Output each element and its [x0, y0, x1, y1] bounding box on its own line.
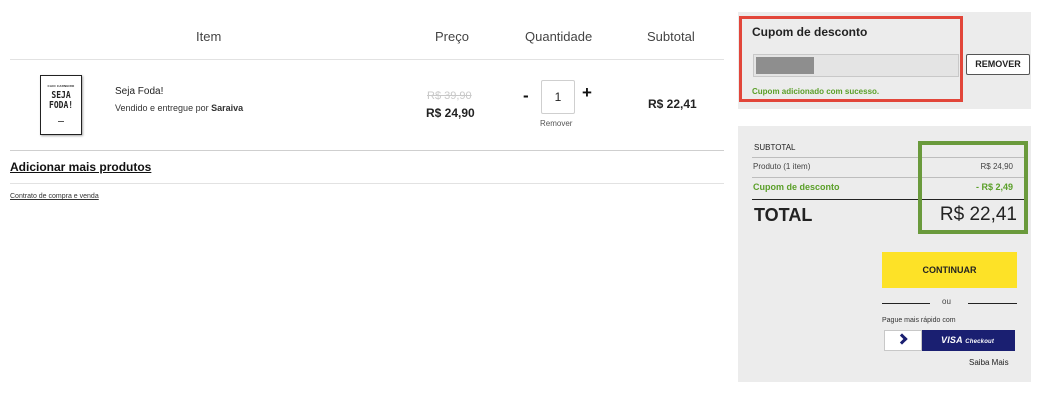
seller-prefix: Vendido e entregue por: [115, 103, 209, 113]
add-more-products-link[interactable]: Adicionar mais produtos: [10, 160, 151, 174]
visa-checkout-label: VISA Checkout: [941, 335, 994, 345]
cart-row: CAIO CARNEIRO SEJA FODA! Seja Foda! Vend…: [10, 60, 724, 151]
summary-discount-label: Cupom de desconto: [753, 182, 840, 192]
visa-checkout-badge: [884, 330, 922, 351]
summary-label: SUBTOTAL: [754, 143, 796, 152]
header-subtotal: Subtotal: [647, 29, 695, 44]
visa-logo-text: VISA: [941, 335, 963, 345]
cover-title: SEJA FODA!: [49, 91, 73, 111]
cover-divider: [58, 121, 64, 122]
visa-checkout-button[interactable]: VISA Checkout: [884, 330, 1015, 351]
old-price: R$ 39,90: [427, 90, 472, 102]
increase-quantity-button[interactable]: +: [582, 83, 592, 103]
product-cover-image[interactable]: CAIO CARNEIRO SEJA FODA!: [40, 75, 82, 135]
learn-more-link[interactable]: Saiba Mais: [969, 358, 1009, 367]
header-item: Item: [196, 29, 222, 44]
divider: [10, 183, 724, 184]
header-quantity: Quantidade: [525, 29, 593, 44]
or-divider-right: [968, 303, 1017, 304]
or-label: ou: [942, 297, 951, 306]
quantity-input[interactable]: 1: [541, 80, 575, 114]
visa-checkout-suffix: Checkout: [965, 339, 995, 345]
header-price: Preço: [435, 29, 469, 44]
cart-header: Item Preço Quantidade Subtotal: [10, 0, 724, 60]
decrease-quantity-button[interactable]: -: [523, 86, 529, 106]
remove-coupon-button[interactable]: REMOVER: [966, 54, 1030, 75]
fast-pay-label: Pague mais rápido com: [882, 317, 956, 324]
remove-item-link[interactable]: Remover: [540, 119, 572, 128]
product-name[interactable]: Seja Foda!: [115, 86, 163, 97]
cover-author: CAIO CARNEIRO: [47, 84, 75, 88]
chevron-right-icon: [896, 333, 908, 345]
coupon-highlight-box: [739, 16, 963, 102]
summary-highlight-box: [918, 141, 1028, 234]
summary-product-label: Produto (1 item): [753, 162, 811, 171]
cart-table: Item Preço Quantidade Subtotal CAIO CARN…: [10, 0, 724, 151]
product-cover-inner: CAIO CARNEIRO SEJA FODA!: [44, 79, 78, 131]
or-divider-left: [882, 303, 930, 304]
seller-name: Saraiva: [211, 103, 244, 113]
item-subtotal: R$ 22,41: [648, 97, 697, 111]
total-label: TOTAL: [754, 205, 813, 225]
continue-button[interactable]: CONTINUAR: [882, 252, 1017, 288]
purchase-contract-link[interactable]: Contrato de compra e venda: [10, 193, 99, 200]
current-price: R$ 24,90: [426, 106, 475, 120]
product-seller: Vendido e entregue por Saraiva: [115, 103, 243, 113]
cover-title-line2: FODA!: [48, 100, 74, 111]
